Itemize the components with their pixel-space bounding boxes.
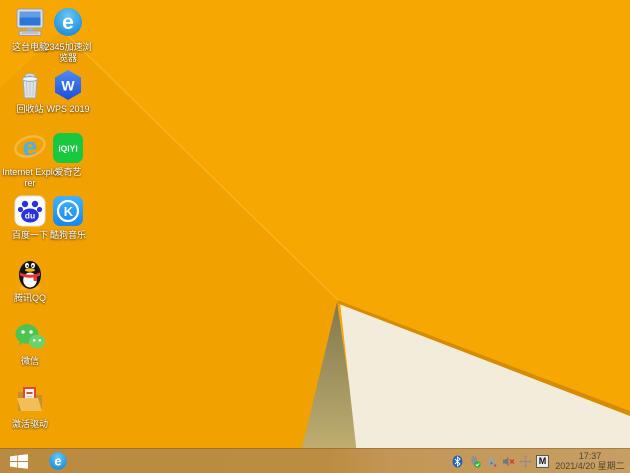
bluetooth-icon[interactable] (451, 455, 464, 468)
iqiyi-icon: iQIYI (53, 133, 83, 163)
wechat-icon (15, 324, 45, 351)
driver-tools-icon (17, 387, 42, 411)
desktop-icon-kugou-music[interactable]: K 酷狗音乐 (40, 194, 96, 241)
desktop-icon-wechat[interactable]: 微信 (2, 320, 58, 367)
svg-text:K: K (64, 204, 74, 219)
system-tray: M (451, 454, 549, 468)
clock-date: 2021/4/20 星期二 (555, 461, 625, 471)
wps-2019-icon: W (55, 70, 81, 100)
security-lock-icon[interactable] (485, 455, 498, 468)
icon-label: 爱奇艺 (54, 167, 82, 177)
clock-time: 17:37 (578, 451, 602, 461)
start-button[interactable] (0, 449, 38, 473)
browser-2345-icon: e (54, 8, 82, 36)
svg-text:W: W (61, 78, 75, 94)
icon-label: 2345加速浏览器 (44, 42, 92, 63)
icon-label: 激活驱动 (11, 419, 48, 429)
volume-muted-icon[interactable] (502, 455, 515, 468)
svg-text:iQIYI: iQIYI (58, 144, 77, 154)
input-method-glyph: M (538, 455, 547, 466)
icon-label: WPS 2019 (46, 104, 90, 114)
taskbar-app-browser-2345[interactable]: e (38, 449, 78, 473)
icon-label: 微信 (20, 356, 39, 366)
icon-label: 酷狗音乐 (49, 230, 86, 240)
taskbar: e M 17:37 2021/4/20 星期二 (0, 448, 630, 473)
taskbar-clock[interactable]: 17:37 2021/4/20 星期二 (555, 451, 625, 471)
desktop-icon-driver-tools[interactable]: 激活驱动 (2, 383, 58, 430)
kugou-music-icon: K (53, 196, 83, 226)
svg-text:e: e (54, 453, 61, 468)
windows-logo-icon (10, 453, 28, 469)
browser-2345-taskbar-icon: e (49, 452, 67, 470)
desktop-icon-iqiyi[interactable]: iQIYI 爱奇艺 (40, 131, 96, 178)
icon-label: 腾讯QQ (13, 293, 46, 303)
desktop: 这台电脑 e 2345加速浏览器 回收站 W WPS 2019 e Intern… (0, 0, 630, 473)
desktop-icon-wps-2019[interactable]: W WPS 2019 (40, 68, 96, 115)
tencent-qq-icon (19, 261, 41, 290)
desktop-icon-browser-2345[interactable]: e 2345加速浏览器 (40, 6, 96, 64)
svg-text:du: du (25, 211, 35, 221)
svg-text:e: e (62, 11, 74, 34)
input-method-indicator[interactable]: M (536, 454, 549, 468)
move-tool-icon[interactable] (519, 454, 532, 468)
desktop-icon-tencent-qq[interactable]: 腾讯QQ (2, 257, 58, 304)
safely-remove-hardware-icon[interactable] (468, 455, 481, 468)
